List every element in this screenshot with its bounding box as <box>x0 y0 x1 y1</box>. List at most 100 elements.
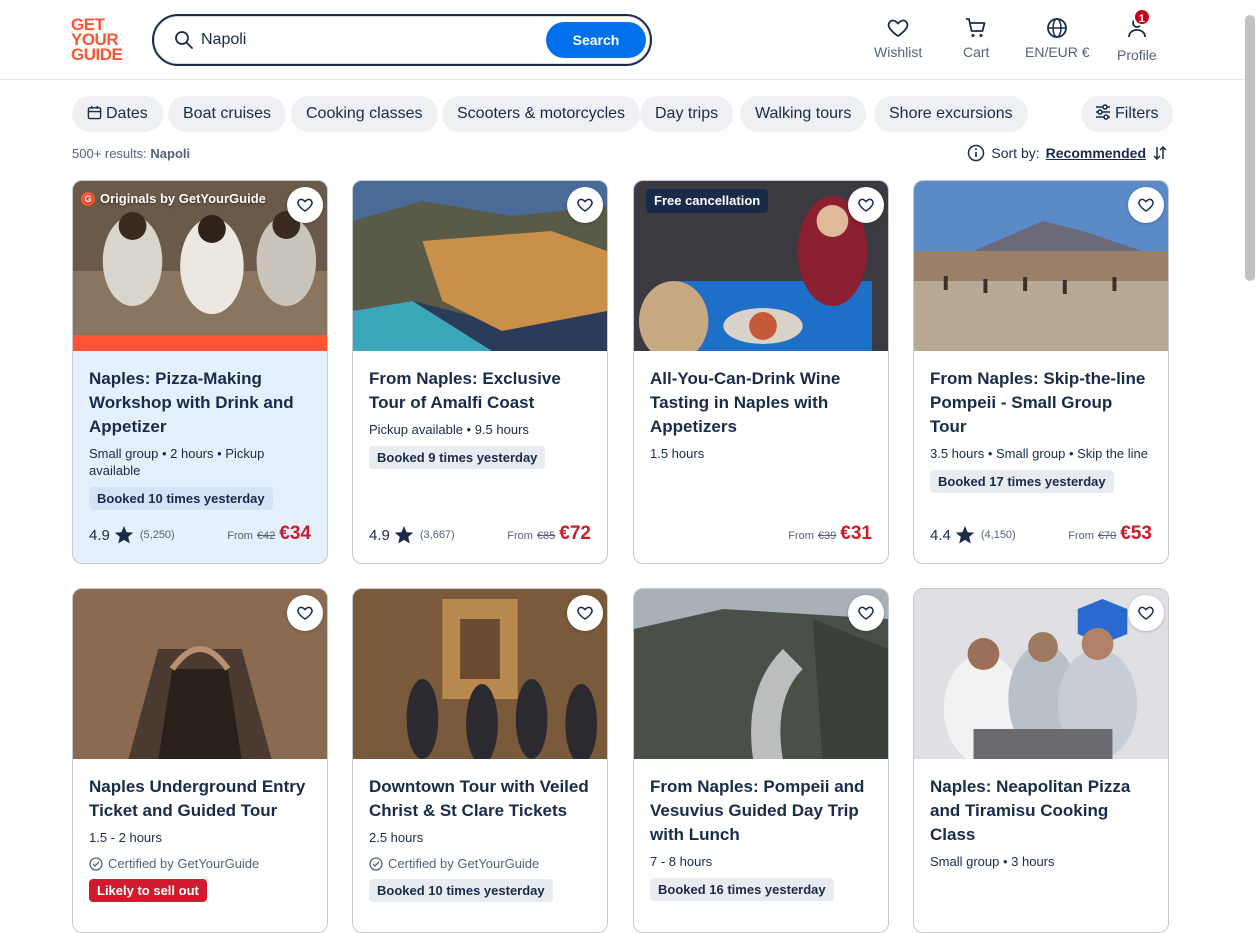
activity-card[interactable]: From Naples: Pompeii and Vesuvius Guided… <box>633 588 889 933</box>
wishlist-button[interactable] <box>287 187 323 223</box>
sort-arrows-icon <box>1153 145 1167 161</box>
filters-button[interactable]: Filters <box>1081 96 1173 132</box>
results-query: Napoli <box>150 146 191 161</box>
booked-badge: Booked 17 times yesterday <box>930 470 1114 493</box>
activity-card[interactable]: G Originals by GetYourGuide Naples: Pizza… <box>72 180 328 564</box>
search-bar: Napoli Search <box>152 14 652 66</box>
wishlist-button[interactable] <box>848 187 884 223</box>
wishlist-button[interactable] <box>1128 595 1164 631</box>
cart-icon <box>966 18 986 37</box>
profile-label: Profile <box>1117 47 1157 63</box>
price-from: From <box>788 530 814 542</box>
sell-out-badge: Likely to sell out <box>89 879 207 902</box>
current-price: €31 <box>840 523 872 544</box>
activity-image <box>634 589 888 759</box>
results-count-text: 500+ results: <box>72 146 147 161</box>
heart-icon <box>577 198 593 212</box>
activity-meta: 1.5 hours <box>650 446 705 461</box>
activity-image <box>353 589 607 759</box>
rating: 4.4 (4,150) <box>930 525 1016 545</box>
activity-meta: Pickup available • 9.5 hours <box>369 422 529 437</box>
profile-nav[interactable]: 1 Profile <box>1117 8 1157 63</box>
cart-nav[interactable]: Cart <box>963 16 989 60</box>
chip-walking-tours[interactable]: Walking tours <box>740 96 867 132</box>
activity-card[interactable]: From Naples: Skip-the-line Pompeii - Sma… <box>913 180 1169 564</box>
sort-value[interactable]: Recommended <box>1046 145 1146 161</box>
activity-title[interactable]: Naples: Neapolitan Pizza and Tiramisu Co… <box>930 775 1152 847</box>
wishlist-button[interactable] <box>567 187 603 223</box>
sort-control[interactable]: Sort by: Recommended <box>967 144 1168 162</box>
booked-badge: Booked 9 times yesterday <box>369 446 546 469</box>
activity-title[interactable]: From Naples: Skip-the-line Pompeii - Sma… <box>930 367 1152 439</box>
activity-image <box>914 181 1168 351</box>
booked-badge: Booked 10 times yesterday <box>89 487 273 510</box>
activity-card[interactable]: Naples Underground Entry Ticket and Guid… <box>72 588 328 933</box>
booked-badge: Booked 16 times yesterday <box>650 878 834 901</box>
certified-icon <box>369 856 383 871</box>
top-header: GET YOUR GUIDE Napoli Search Wishlist Ca… <box>0 0 1256 80</box>
chip-shore-excursions[interactable]: Shore excursions <box>874 96 1028 132</box>
activity-title[interactable]: Naples Underground Entry Ticket and Guid… <box>89 775 311 823</box>
getyourguide-logo[interactable]: GET YOUR GUIDE <box>71 16 131 63</box>
chip-day-trips[interactable]: Day trips <box>640 96 734 132</box>
certified-label: Certified by GetYourGuide <box>388 856 540 871</box>
activity-title[interactable]: From Naples: Exclusive Tour of Amalfi Co… <box>369 367 591 415</box>
free-cancellation-tag: Free cancellation <box>646 189 769 213</box>
star-icon <box>114 526 134 544</box>
old-price: €42 <box>256 530 276 542</box>
info-icon[interactable] <box>967 144 985 162</box>
filters-label: Filters <box>1115 105 1159 122</box>
results-count: 500+ results: Napoli <box>72 146 190 161</box>
activity-image: G Originals by GetYourGuide <box>73 181 327 351</box>
certified-label: Certified by GetYourGuide <box>108 856 260 871</box>
activity-card[interactable]: Naples: Neapolitan Pizza and Tiramisu Co… <box>913 588 1169 933</box>
price-from: From <box>227 530 253 542</box>
wishlist-button[interactable] <box>1128 187 1164 223</box>
wishlist-button[interactable] <box>287 595 323 631</box>
activity-card[interactable]: Downtown Tour with Veiled Christ & St Cl… <box>352 588 608 933</box>
activity-card[interactable]: Free cancellation All-You-Can-Drink Wine… <box>633 180 889 564</box>
activity-title[interactable]: Naples: Pizza-Making Workshop with Drink… <box>89 367 311 439</box>
heart-icon <box>887 19 909 38</box>
price-from: From <box>1068 530 1094 542</box>
language-currency-nav[interactable]: EN/EUR € <box>1025 16 1090 60</box>
rating-value: 4.4 <box>930 526 951 544</box>
price: From €39 €31 <box>788 523 872 545</box>
chip-cooking-classes[interactable]: Cooking classes <box>291 96 438 132</box>
wishlist-button[interactable] <box>567 595 603 631</box>
star-icon <box>394 526 414 544</box>
chip-boat-cruises[interactable]: Boat cruises <box>168 96 287 132</box>
activity-meta: Small group • 3 hours <box>930 854 1055 869</box>
old-price: €39 <box>817 530 837 542</box>
activity-card[interactable]: From Naples: Exclusive Tour of Amalfi Co… <box>352 180 608 564</box>
search-input[interactable]: Napoli <box>201 31 246 49</box>
activity-meta: 7 - 8 hours <box>650 854 713 869</box>
originals-tag: G Originals by GetYourGuide <box>81 191 266 206</box>
chip-label: Dates <box>106 105 148 122</box>
originals-tag-label: Originals by GetYourGuide <box>100 191 266 206</box>
cart-label: Cart <box>963 44 990 60</box>
heart-icon <box>858 606 874 620</box>
activity-title[interactable]: Downtown Tour with Veiled Christ & St Cl… <box>369 775 591 823</box>
current-price: €53 <box>1120 523 1152 544</box>
review-count: (5,250) <box>139 529 175 541</box>
certified-icon <box>89 856 103 871</box>
chip-dates[interactable]: Dates <box>72 96 163 132</box>
activity-meta: 2.5 hours <box>369 830 424 845</box>
old-price: €85 <box>536 530 556 542</box>
heart-icon <box>1138 606 1154 620</box>
activity-meta: Small group • 2 hours • Pickup available <box>89 446 265 478</box>
price-from: From <box>507 530 533 542</box>
sliders-icon <box>1096 104 1110 120</box>
search-button[interactable]: Search <box>546 22 646 58</box>
wishlist-button[interactable] <box>848 595 884 631</box>
chip-scooters[interactable]: Scooters & motorcycles <box>442 96 641 132</box>
rating: 4.9 (5,250) <box>89 525 175 545</box>
filter-chips: Dates Boat cruises Cooking classes Scoot… <box>72 96 1173 132</box>
activity-title[interactable]: From Naples: Pompeii and Vesuvius Guided… <box>650 775 872 847</box>
activity-meta: 3.5 hours • Small group • Skip the line <box>930 446 1148 461</box>
page-scrollbar[interactable] <box>1245 15 1255 281</box>
wishlist-nav[interactable]: Wishlist <box>874 16 922 60</box>
price: From €85 €72 <box>507 523 591 545</box>
activity-title[interactable]: All-You-Can-Drink Wine Tasting in Naples… <box>650 367 872 439</box>
